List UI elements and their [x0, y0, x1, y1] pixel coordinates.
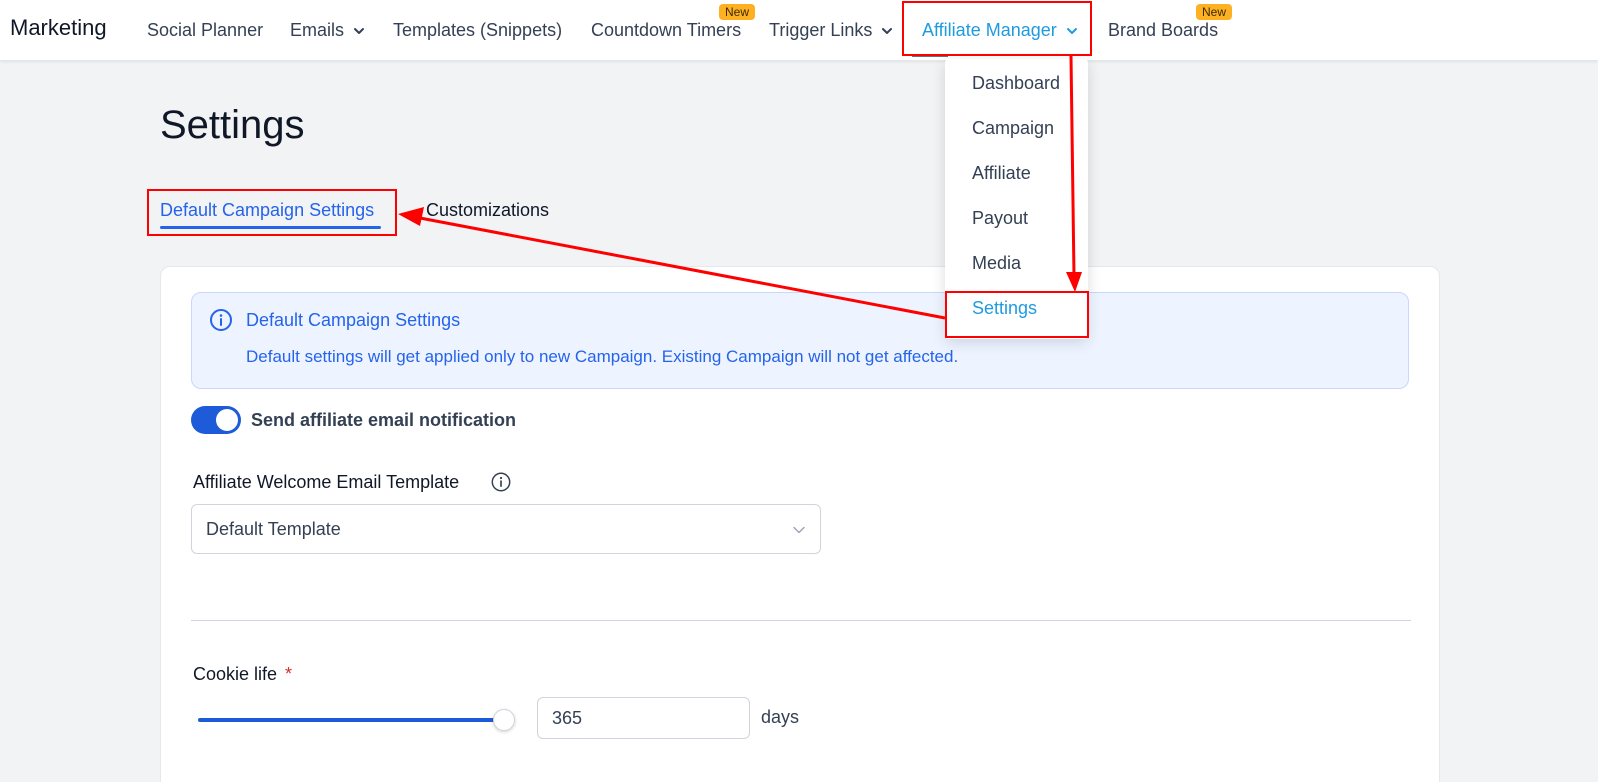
nav-label: Countdown Timers: [591, 20, 742, 40]
nav-trigger-links[interactable]: Trigger Links: [769, 20, 894, 41]
tab-default-campaign-settings[interactable]: Default Campaign Settings: [160, 200, 374, 221]
nav-label: Emails: [290, 20, 345, 40]
nav-affiliate-manager[interactable]: Affiliate Manager: [922, 20, 1079, 41]
menu-item-dashboard[interactable]: Dashboard: [972, 73, 1060, 94]
new-badge: New: [1196, 4, 1233, 20]
top-nav: Marketing Social Planner Emails Template…: [0, 0, 1598, 61]
email-notification-toggle[interactable]: [191, 406, 241, 434]
required-mark: *: [285, 664, 293, 684]
toggle-label: Send affiliate email notification: [251, 410, 517, 430]
cookie-life-slider-track[interactable]: [198, 718, 506, 722]
nav-label: Affiliate Manager: [922, 20, 1057, 40]
nav-label: Brand Boards: [1108, 20, 1219, 40]
brand-title: Marketing: [10, 15, 107, 40]
chevron-down-icon: [882, 27, 893, 34]
cookie-life-input[interactable]: [537, 697, 750, 739]
toggle-knob: [216, 409, 238, 431]
menu-item-payout[interactable]: Payout: [972, 208, 1028, 229]
affiliate-manager-dropdown: Dashboard Campaign Affiliate Payout Medi…: [945, 59, 1088, 339]
info-icon: [210, 309, 232, 331]
active-tab-indicator: [160, 226, 381, 229]
cookie-life-label: Cookie life *: [193, 664, 292, 685]
new-badge: New: [719, 4, 756, 20]
menu-item-campaign[interactable]: Campaign: [972, 118, 1054, 139]
tab-customizations[interactable]: Customizations: [426, 200, 549, 221]
page-title: Settings: [160, 103, 305, 147]
nav-label: Social Planner: [147, 20, 264, 40]
chevron-down-icon: [1066, 27, 1077, 34]
nav-label: Templates (Snippets): [393, 20, 563, 40]
active-nav-indicator: [912, 54, 948, 57]
info-text: Default settings will get applied only t…: [246, 347, 959, 366]
menu-item-settings[interactable]: Settings: [972, 298, 1037, 319]
info-title: Default Campaign Settings: [246, 310, 461, 330]
chevron-down-icon: [793, 526, 805, 534]
nav-brand-boards[interactable]: Brand Boards: [1108, 20, 1218, 41]
nav-countdown-timers[interactable]: Countdown Timers: [591, 20, 741, 41]
welcome-template-label: Affiliate Welcome Email Template: [193, 472, 460, 492]
nav-label: Trigger Links: [769, 20, 873, 40]
section-divider: [191, 620, 1411, 621]
select-value: Default Template: [206, 519, 341, 539]
annotation-arrowhead: [398, 207, 424, 226]
welcome-template-select[interactable]: Default Template: [191, 504, 821, 554]
menu-item-affiliate[interactable]: Affiliate: [972, 163, 1031, 184]
info-alert: [191, 292, 1409, 389]
cookie-life-text: Cookie life: [193, 664, 278, 684]
cookie-life-unit: days: [761, 707, 800, 727]
nav-social-planner[interactable]: Social Planner: [147, 20, 263, 41]
info-icon[interactable]: [490, 471, 512, 493]
nav-emails[interactable]: Emails: [290, 20, 366, 41]
menu-item-media[interactable]: Media: [972, 253, 1021, 274]
chevron-down-icon: [354, 27, 365, 34]
nav-templates-snippets[interactable]: Templates (Snippets): [393, 20, 562, 41]
cookie-life-slider-handle[interactable]: [493, 709, 515, 731]
